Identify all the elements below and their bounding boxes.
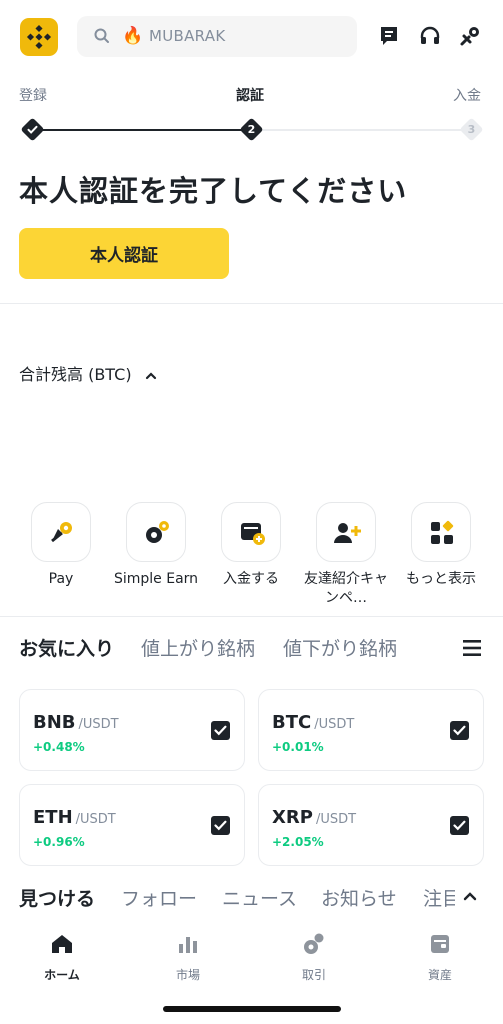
coin-quote: /USDT bbox=[314, 717, 355, 732]
step-pending-marker: 3 bbox=[459, 117, 484, 142]
nav-markets[interactable]: 市場 bbox=[138, 932, 238, 983]
coin-card-xrp[interactable]: XRP/USDT +2.05% bbox=[258, 784, 484, 866]
coin-change: +0.96% bbox=[33, 835, 85, 849]
assets-icon bbox=[431, 935, 449, 953]
step-label-register: 登録 bbox=[19, 88, 47, 104]
home-indicator bbox=[163, 1006, 341, 1012]
coin-quote: /USDT bbox=[315, 812, 357, 827]
quick-action-referral[interactable]: 友達紹介キャンペ… bbox=[299, 502, 393, 608]
simple-earn-icon bbox=[146, 521, 169, 543]
total-balance-label: 合計残高 (BTC) bbox=[19, 365, 132, 384]
nav-trade[interactable]: 取引 bbox=[264, 932, 364, 983]
check-icon bbox=[453, 725, 466, 736]
checkbox[interactable] bbox=[450, 816, 469, 835]
referral-gift-icon[interactable] bbox=[458, 24, 482, 48]
nav-assets[interactable]: 資産 bbox=[390, 932, 490, 983]
checkbox[interactable] bbox=[450, 721, 469, 740]
menu-icon[interactable] bbox=[462, 638, 482, 658]
referral-icon bbox=[334, 523, 361, 543]
kyc-title: 本人認証を完了してください bbox=[19, 174, 408, 208]
tab-discover[interactable]: 見つける bbox=[19, 884, 95, 911]
coin-quote: /USDT bbox=[75, 812, 116, 827]
coin-change: +0.48% bbox=[33, 740, 85, 754]
tab-top-gainers[interactable]: 値上がり銘柄 bbox=[141, 634, 255, 661]
tab-favorites[interactable]: お気に入り bbox=[19, 634, 114, 661]
check-icon bbox=[214, 725, 227, 736]
coin-card-eth[interactable]: ETH/USDT +0.96% bbox=[19, 784, 245, 866]
check-icon bbox=[214, 820, 227, 831]
trade-icon bbox=[304, 933, 324, 954]
search-value: MUBARAK bbox=[149, 27, 226, 45]
tab-trending[interactable]: 注目 bbox=[423, 884, 455, 911]
check-icon bbox=[453, 820, 466, 831]
divider bbox=[0, 616, 503, 617]
coin-change: +2.05% bbox=[272, 835, 324, 849]
quick-action-more[interactable]: もっと表示 bbox=[394, 502, 488, 589]
quick-action-pay[interactable]: Pay bbox=[14, 502, 108, 589]
tab-announcements[interactable]: お知らせ bbox=[321, 884, 397, 911]
nav-home[interactable]: ホーム bbox=[12, 932, 112, 983]
tab-top-losers[interactable]: 値下がり銘柄 bbox=[283, 634, 397, 661]
coin-card-bnb[interactable]: BNB/USDT +0.48% bbox=[19, 689, 245, 771]
markets-icon bbox=[179, 937, 197, 953]
step-label-deposit: 入金 bbox=[453, 88, 481, 104]
tab-following[interactable]: フォロー bbox=[121, 884, 197, 911]
discover-tabs: 見つける フォロー ニュース お知らせ 注目 bbox=[0, 874, 455, 914]
coin-symbol: BNB bbox=[33, 712, 76, 733]
tab-news[interactable]: ニュース bbox=[222, 884, 297, 911]
coin-symbol: ETH bbox=[33, 807, 73, 828]
more-icon bbox=[431, 520, 454, 544]
message-icon[interactable] bbox=[377, 24, 401, 48]
coin-card-btc[interactable]: BTC/USDT +0.01% bbox=[258, 689, 484, 771]
chevron-up-icon[interactable] bbox=[463, 891, 477, 901]
search-icon bbox=[94, 28, 109, 43]
coin-symbol: BTC bbox=[272, 712, 312, 733]
quick-action-deposit[interactable]: 入金する bbox=[204, 502, 298, 589]
binance-logo-icon[interactable] bbox=[20, 18, 58, 56]
deposit-icon bbox=[241, 523, 265, 545]
step-label-verify: 認証 bbox=[236, 88, 264, 104]
check-icon bbox=[27, 125, 38, 134]
step-progress-line bbox=[32, 129, 252, 131]
total-balance-toggle[interactable]: 合計残高 (BTC) bbox=[19, 361, 157, 385]
step-current-marker: 2 bbox=[239, 117, 264, 142]
home-icon bbox=[52, 935, 72, 953]
top-bar: 🔥 MUBARAK bbox=[0, 0, 503, 72]
home-screen: 🔥 MUBARAK 登録 認証 入金 2 3 本人認証を完了してください 本人認… bbox=[0, 0, 503, 1024]
chevron-up-icon bbox=[145, 371, 156, 379]
checkbox[interactable] bbox=[211, 721, 230, 740]
divider bbox=[0, 303, 503, 304]
search-input[interactable]: 🔥 MUBARAK bbox=[77, 16, 357, 57]
step-remaining-line bbox=[252, 129, 472, 131]
verify-identity-button[interactable]: 本人認証 bbox=[19, 228, 229, 279]
pay-icon bbox=[51, 522, 72, 543]
checkbox[interactable] bbox=[211, 816, 230, 835]
coin-quote: /USDT bbox=[78, 717, 119, 732]
headset-support-icon[interactable] bbox=[418, 24, 442, 48]
quick-action-simple-earn[interactable]: Simple Earn bbox=[109, 502, 203, 589]
coin-change: +0.01% bbox=[272, 740, 324, 754]
fire-icon: 🔥 bbox=[122, 26, 144, 46]
step-done-marker bbox=[20, 117, 45, 142]
coin-symbol: XRP bbox=[272, 807, 313, 828]
